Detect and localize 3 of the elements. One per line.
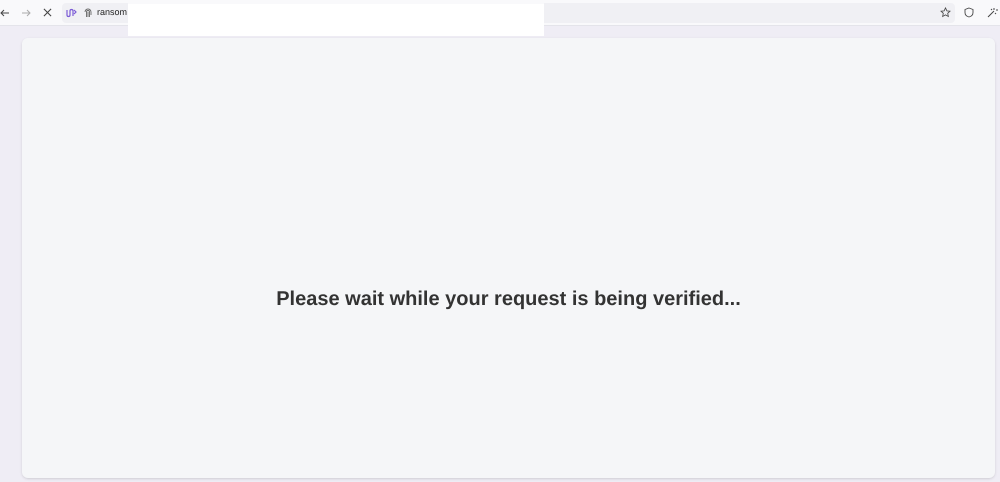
address-bar[interactable]: ransom — [62, 2, 128, 22]
url-text: ransom — [97, 6, 128, 19]
verification-message: Please wait while your request is being verified... — [276, 287, 741, 312]
